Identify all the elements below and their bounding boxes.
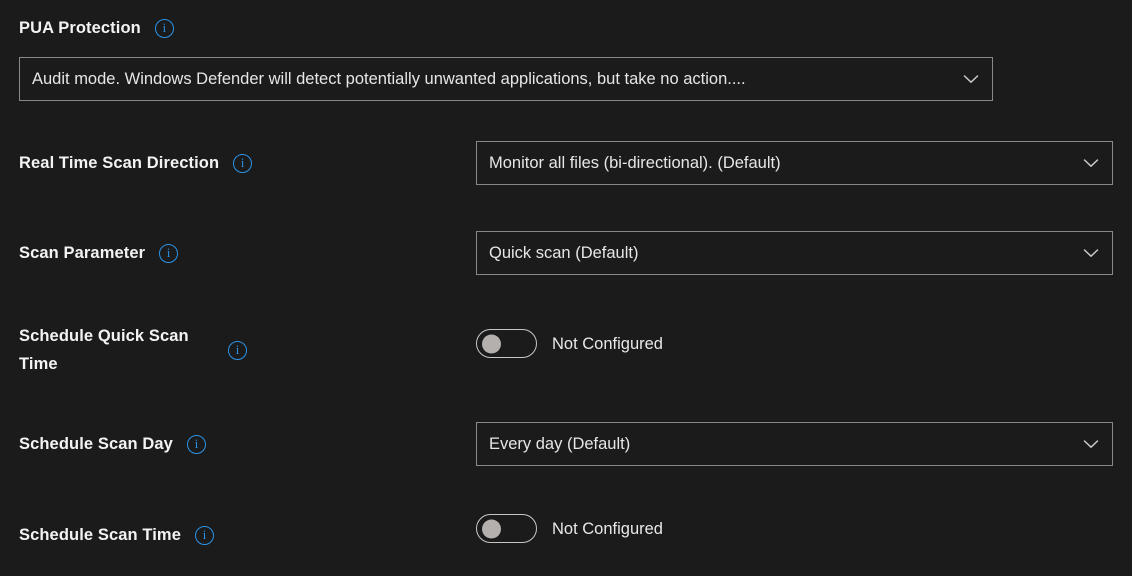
label-pua-protection: PUA Protection i bbox=[19, 14, 174, 42]
info-icon[interactable]: i bbox=[154, 18, 174, 38]
toggle-state-label: Not Configured bbox=[552, 334, 663, 353]
dropdown-value: Audit mode. Windows Defender will detect… bbox=[32, 70, 746, 88]
info-icon[interactable]: i bbox=[233, 153, 253, 173]
settings-form: PUA Protection i Audit mode. Windows Def… bbox=[0, 0, 1132, 576]
field-label: Real Time Scan Direction bbox=[19, 154, 220, 172]
info-icon[interactable]: i bbox=[186, 434, 206, 454]
info-icon[interactable]: i bbox=[194, 525, 214, 545]
dropdown-schedule-scan-day[interactable]: Every day (Default) bbox=[476, 422, 1113, 466]
field-label: Schedule Scan Day bbox=[19, 435, 173, 453]
chevron-down-icon bbox=[1080, 242, 1102, 264]
field-label: Schedule Scan Time bbox=[19, 526, 181, 544]
field-label: PUA Protection bbox=[19, 19, 141, 37]
toggle-schedule-quick-scan-time[interactable] bbox=[476, 329, 537, 358]
chevron-down-icon bbox=[1080, 433, 1102, 455]
toggle-state-label: Not Configured bbox=[552, 519, 663, 538]
dropdown-value: Monitor all files (bi-directional). (Def… bbox=[489, 154, 781, 172]
field-label: Schedule Quick Scan Time bbox=[19, 327, 189, 373]
label-schedule-quick-scan-time: Schedule Quick Scan Time i bbox=[19, 322, 247, 378]
toggle-row-schedule-quick-scan-time: Not Configured bbox=[476, 329, 663, 358]
dropdown-real-time-scan-direction[interactable]: Monitor all files (bi-directional). (Def… bbox=[476, 141, 1113, 185]
label-schedule-scan-day: Schedule Scan Day i bbox=[19, 430, 206, 458]
field-label: Scan Parameter bbox=[19, 244, 146, 262]
info-icon[interactable]: i bbox=[159, 243, 179, 263]
toggle-knob bbox=[482, 334, 501, 353]
toggle-knob bbox=[482, 519, 501, 538]
dropdown-scan-parameter[interactable]: Quick scan (Default) bbox=[476, 231, 1113, 275]
dropdown-pua-protection[interactable]: Audit mode. Windows Defender will detect… bbox=[19, 57, 993, 101]
dropdown-value: Quick scan (Default) bbox=[489, 244, 639, 262]
label-schedule-scan-time: Schedule Scan Time i bbox=[19, 521, 214, 549]
info-icon[interactable]: i bbox=[228, 340, 247, 360]
toggle-row-schedule-scan-time: Not Configured bbox=[476, 514, 663, 543]
label-real-time-scan-direction: Real Time Scan Direction i bbox=[19, 149, 253, 177]
toggle-schedule-scan-time[interactable] bbox=[476, 514, 537, 543]
chevron-down-icon bbox=[1080, 152, 1102, 174]
label-scan-parameter: Scan Parameter i bbox=[19, 239, 179, 267]
chevron-down-icon bbox=[960, 68, 982, 90]
dropdown-value: Every day (Default) bbox=[489, 435, 631, 453]
